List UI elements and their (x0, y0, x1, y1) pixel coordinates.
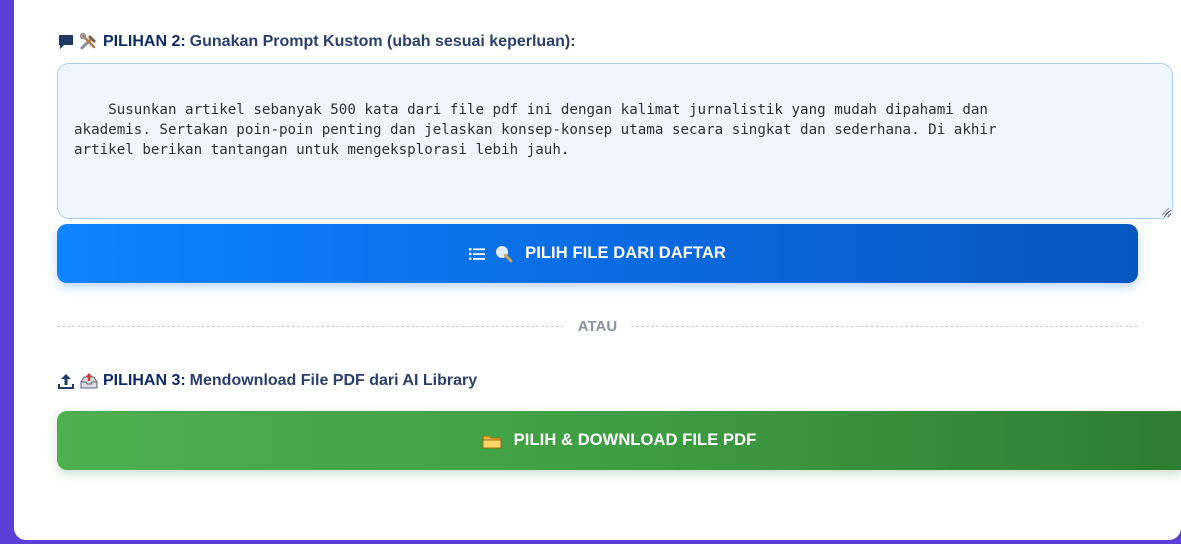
custom-prompt-textarea[interactable]: Susunkan artikel sebanyak 500 kata dari … (57, 63, 1173, 219)
divider-label: ATAU (577, 317, 618, 335)
option2-label-text: Gunakan Prompt Kustom (ubah sesuai keper… (189, 33, 576, 50)
list-icon (469, 247, 486, 261)
upload-arrow-icon (57, 372, 75, 390)
option2-heading: PILIHAN 2: Gunakan Prompt Kustom (ubah s… (57, 32, 576, 52)
download-button-label: PILIH & DOWNLOAD FILE PDF (513, 431, 757, 449)
divider-line-right (631, 325, 1138, 327)
tools-icon (79, 32, 99, 52)
option3-heading: PILIHAN 3: Mendownload File PDF dari AI … (57, 372, 477, 390)
magnifier-icon (495, 245, 513, 263)
custom-prompt-value[interactable]: Susunkan artikel sebanyak 500 kata dari … (74, 102, 997, 158)
folder-icon (482, 433, 502, 449)
main-card: PILIHAN 2: Gunakan Prompt Kustom (ubah s… (14, 0, 1181, 540)
or-divider: ATAU (57, 315, 1138, 337)
inbox-upload-icon (79, 372, 99, 390)
option3-label-strong: PILIHAN 3: (103, 372, 186, 389)
divider-line-left (57, 325, 564, 327)
option3-label-text: Mendownload File PDF dari AI Library (189, 372, 478, 389)
resize-grip-icon[interactable] (1161, 207, 1169, 215)
pick-and-download-pdf-button[interactable]: PILIH & DOWNLOAD FILE PDF (57, 411, 1181, 470)
pick-file-button-label: PILIH FILE DARI DAFTAR (525, 244, 726, 262)
option2-label-strong: PILIHAN 2: (103, 33, 186, 50)
speech-bubble-icon (57, 33, 75, 51)
pick-file-from-list-button[interactable]: PILIH FILE DARI DAFTAR (57, 224, 1138, 283)
